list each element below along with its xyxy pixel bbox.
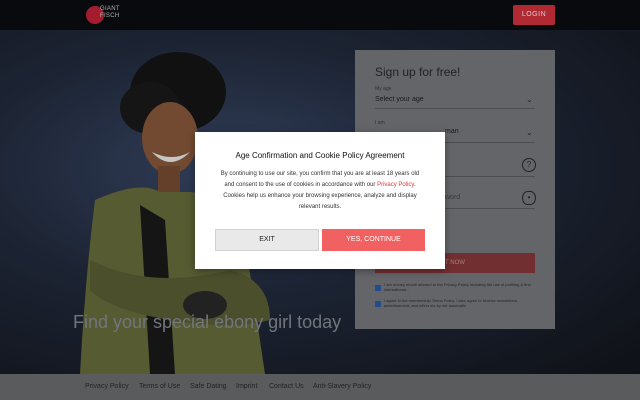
yes-continue-button[interactable]: YES, CONTINUE <box>322 229 425 251</box>
age-cookie-dialog: Age Confirmation and Cookie Policy Agree… <box>195 132 445 269</box>
dialog-title: Age Confirmation and Cookie Policy Agree… <box>235 151 405 160</box>
exit-button[interactable]: EXIT <box>215 229 319 251</box>
privacy-policy-link[interactable]: Privacy Policy <box>377 182 414 188</box>
dialog-body: By continuing to use our site, you confi… <box>215 169 425 213</box>
